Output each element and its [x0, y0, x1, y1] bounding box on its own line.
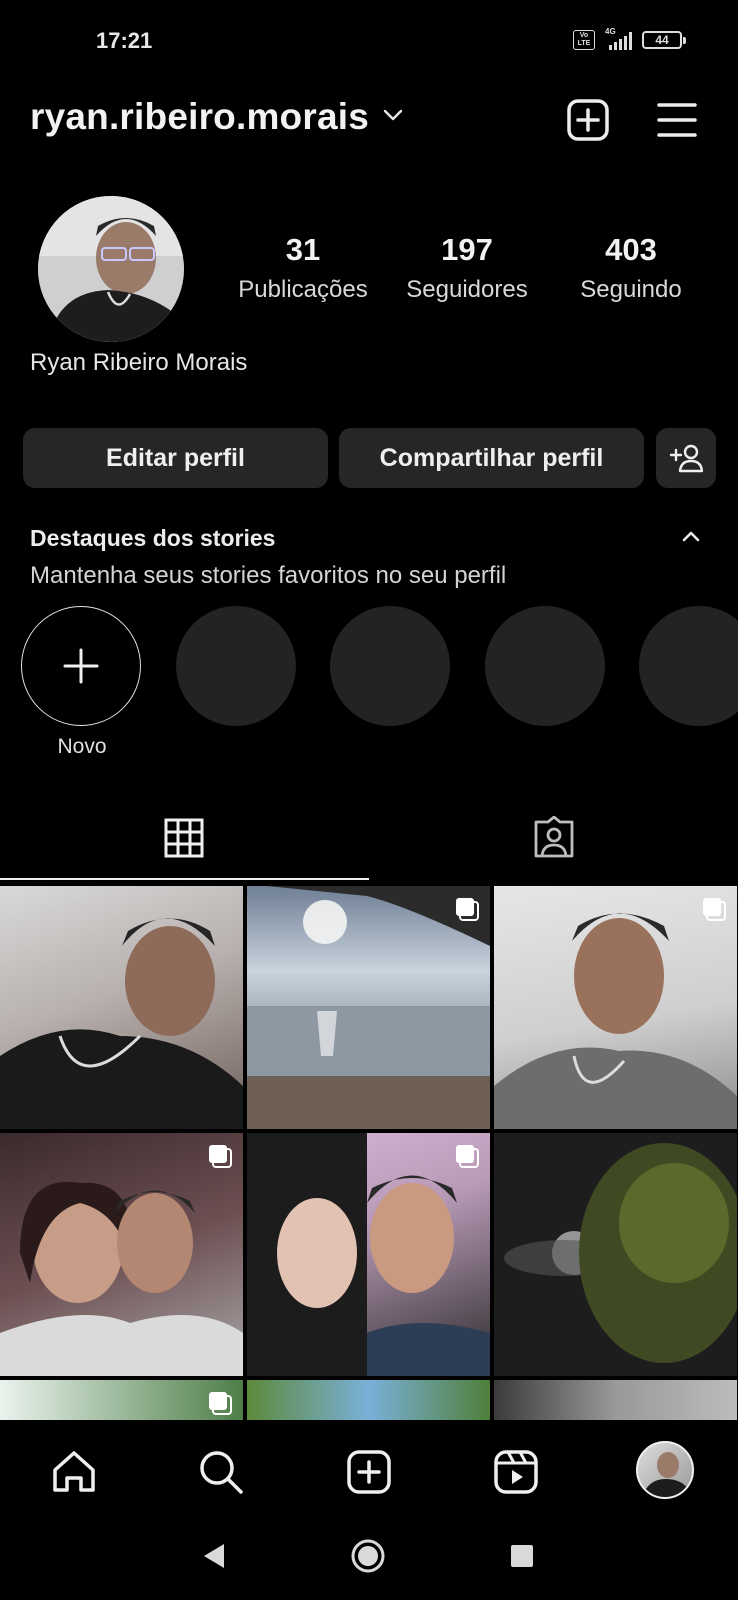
search-icon[interactable]	[197, 1448, 245, 1496]
highlights-title: Destaques dos stories	[30, 525, 276, 551]
system-home-button[interactable]	[351, 1539, 385, 1573]
system-recents-button[interactable]	[510, 1544, 534, 1568]
carousel-icon	[209, 1392, 232, 1415]
account-username[interactable]: ryan.ribeiro.morais	[30, 96, 369, 138]
post-thumbnail[interactable]	[247, 1380, 490, 1420]
profile-tab-avatar[interactable]	[636, 1441, 694, 1499]
bottom-navigation	[0, 1420, 738, 1600]
new-highlight-label: Novo	[57, 735, 107, 758]
highlight-placeholder	[176, 606, 296, 726]
stat-posts-label: Publicações	[238, 276, 368, 303]
highlight-placeholder	[639, 606, 738, 726]
reels-icon[interactable]	[492, 1448, 540, 1496]
share-profile-button[interactable]: Compartilhar perfil	[339, 428, 644, 488]
grid-icon[interactable]	[164, 818, 204, 858]
stat-posts-value: 31	[285, 232, 321, 267]
new-highlight-button[interactable]	[21, 606, 141, 726]
stat-followers-value: 197	[441, 232, 493, 267]
add-person-icon	[669, 444, 703, 473]
highlight-placeholder	[330, 606, 450, 726]
home-icon[interactable]	[50, 1448, 98, 1496]
active-tab-indicator	[0, 878, 369, 880]
carousel-icon	[209, 1145, 232, 1168]
stat-followers-label: Seguidores	[406, 276, 528, 303]
create-post-icon[interactable]	[566, 98, 610, 142]
menu-icon[interactable]	[655, 98, 699, 142]
highlight-placeholder	[485, 606, 605, 726]
post-thumbnail[interactable]	[0, 886, 243, 1129]
carousel-icon	[703, 898, 726, 921]
carousel-icon	[456, 1145, 479, 1168]
network-type: 4G	[605, 27, 616, 36]
stat-posts[interactable]: 31 Publicações	[228, 232, 378, 304]
stat-following[interactable]: 403 Seguindo	[556, 232, 706, 304]
post-thumbnail[interactable]	[247, 1133, 490, 1376]
tagged-icon[interactable]	[532, 816, 576, 858]
volte-icon: Vo LTE	[573, 30, 595, 50]
post-thumbnail[interactable]	[494, 886, 737, 1129]
carousel-icon	[456, 898, 479, 921]
post-thumbnail[interactable]	[494, 1133, 737, 1376]
post-thumbnail[interactable]	[247, 886, 490, 1129]
highlights-subtitle: Mantenha seus stories favoritos no seu p…	[30, 562, 507, 589]
chevron-down-icon[interactable]	[382, 108, 404, 122]
profile-full-name: Ryan Ribeiro Morais	[30, 349, 248, 376]
post-thumbnail[interactable]	[0, 1380, 243, 1420]
chevron-up-icon[interactable]	[682, 530, 700, 542]
profile-avatar[interactable]	[38, 196, 184, 342]
edit-profile-button[interactable]: Editar perfil	[23, 428, 328, 488]
stat-following-value: 403	[605, 232, 657, 267]
create-icon[interactable]	[345, 1448, 393, 1496]
status-icons: Vo LTE 4G 44	[573, 27, 686, 50]
discover-people-button[interactable]	[656, 428, 716, 488]
plus-icon	[63, 648, 99, 684]
status-time: 17:21	[96, 28, 153, 53]
system-back-button[interactable]	[202, 1542, 226, 1570]
battery-icon: 44	[642, 31, 686, 49]
post-thumbnail[interactable]	[494, 1380, 737, 1420]
signal-icon: 4G	[605, 27, 632, 50]
post-thumbnail[interactable]	[0, 1133, 243, 1376]
stat-followers[interactable]: 197 Seguidores	[392, 232, 542, 304]
stat-following-label: Seguindo	[580, 276, 682, 303]
